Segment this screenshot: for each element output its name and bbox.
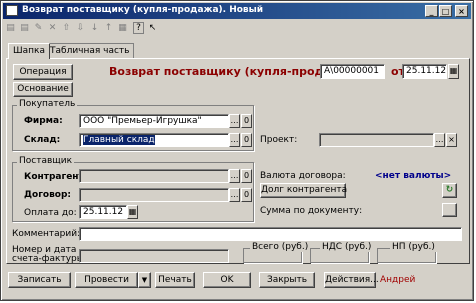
contract-field[interactable] xyxy=(79,188,229,202)
sort-asc-icon[interactable]: ↓ xyxy=(89,22,100,34)
save-button[interactable]: Записать xyxy=(8,272,71,288)
print-button[interactable]: Печать xyxy=(155,272,195,288)
tab-header[interactable]: Шапка xyxy=(8,43,50,59)
firm-field[interactable]: ООО "Премьер-Игрушка" xyxy=(79,114,229,128)
filter-icon[interactable]: ▦ xyxy=(117,22,128,34)
document-icon xyxy=(6,5,18,16)
contract-select-button[interactable]: … xyxy=(229,188,240,202)
post-dropdown-icon[interactable]: ▼ xyxy=(138,272,151,288)
current-user: Андрей xyxy=(380,275,416,285)
document-sum-button[interactable] xyxy=(442,203,457,217)
basis-button[interactable]: Основание xyxy=(13,82,73,97)
vat-label: НДС (руб.) xyxy=(320,242,374,252)
contractor-select-button[interactable]: … xyxy=(229,169,240,183)
close-button[interactable]: × xyxy=(455,5,468,17)
tab-panel: Операция Возврат поставщику (купля-прода… xyxy=(6,58,470,264)
title-bar[interactable]: Возврат поставщику (купля-продажа). Новы… xyxy=(3,3,471,19)
comment-label: Комментарий: xyxy=(12,229,81,239)
move-up-icon[interactable]: ⇧ xyxy=(61,22,72,34)
invoice-label-line2: счета-фактуры: xyxy=(12,254,87,264)
document-number-field[interactable]: А\00000001 xyxy=(320,64,385,79)
buyer-group-title: Покупатель xyxy=(17,99,78,109)
edit-icon[interactable]: ✎ xyxy=(33,22,44,34)
contract-currency-value: <нет валюты> xyxy=(375,171,452,181)
contractor-debt-button[interactable]: Долг контрагента xyxy=(260,183,347,198)
calendar-icon[interactable]: ▦ xyxy=(448,64,459,79)
payment-due-label: Оплата до: xyxy=(24,208,77,218)
document-sum-label: Сумма по документу: xyxy=(260,206,363,216)
delete-icon[interactable]: ✕ xyxy=(47,22,58,34)
comment-field[interactable] xyxy=(79,227,462,241)
maximize-button[interactable]: □ xyxy=(439,5,452,17)
contract-currency-label: Валюта договора: xyxy=(260,171,346,181)
context-help-icon[interactable]: ↖ xyxy=(147,22,158,34)
post-button[interactable]: Провести xyxy=(75,272,138,288)
warehouse-field[interactable]: Главный склад xyxy=(79,133,229,147)
new-icon[interactable]: ▤ xyxy=(5,22,16,34)
warehouse-select-button[interactable]: … xyxy=(229,133,240,147)
document-window: Возврат поставщику (купля-продажа). Новы… xyxy=(0,0,474,301)
document-date-field[interactable]: 25.11.12 xyxy=(402,64,447,79)
window-title: Возврат поставщику (купля-продажа). Новы… xyxy=(22,5,264,15)
refresh-icon[interactable]: ↻ xyxy=(442,183,457,198)
close-form-button[interactable]: Закрыть xyxy=(259,272,315,288)
project-select-button[interactable]: … xyxy=(434,133,445,147)
actions-button[interactable]: Действия... xyxy=(324,272,379,288)
project-label: Проект: xyxy=(260,135,298,145)
contractor-open-button[interactable]: 0 xyxy=(241,169,252,183)
firm-label: Фирма: xyxy=(24,116,63,126)
payment-due-field[interactable]: 25.11.12 xyxy=(79,205,127,219)
invoice-field[interactable] xyxy=(79,249,229,263)
help-icon[interactable]: ? xyxy=(133,22,144,34)
firm-open-button[interactable]: 0 xyxy=(241,114,252,128)
ok-button[interactable]: OK xyxy=(203,272,251,288)
contractor-label: Контрагент: xyxy=(24,172,88,182)
payment-calendar-icon[interactable]: ▦ xyxy=(127,205,138,219)
project-field[interactable] xyxy=(319,133,434,147)
contract-label: Договор: xyxy=(24,190,72,200)
warehouse-label: Склад: xyxy=(24,135,61,145)
tab-table-part[interactable]: Табличная часть xyxy=(45,43,135,58)
sort-desc-icon[interactable]: ↑ xyxy=(103,22,114,34)
move-down-icon[interactable]: ⇩ xyxy=(75,22,86,34)
warehouse-value: Главный склад xyxy=(83,135,155,145)
warehouse-open-button[interactable]: 0 xyxy=(241,133,252,147)
contract-open-button[interactable]: 0 xyxy=(241,188,252,202)
firm-select-button[interactable]: … xyxy=(229,114,240,128)
copy-icon[interactable]: ▤ xyxy=(19,22,30,34)
total-label: Всего (руб.) xyxy=(250,242,311,252)
np-label: НП (руб.) xyxy=(390,242,437,252)
operation-button[interactable]: Операция xyxy=(13,64,73,80)
project-clear-button[interactable]: × xyxy=(446,133,457,147)
supplier-group-title: Поставщик xyxy=(17,156,75,166)
minimize-button[interactable]: _ xyxy=(425,5,438,17)
contractor-field[interactable] xyxy=(79,169,229,183)
